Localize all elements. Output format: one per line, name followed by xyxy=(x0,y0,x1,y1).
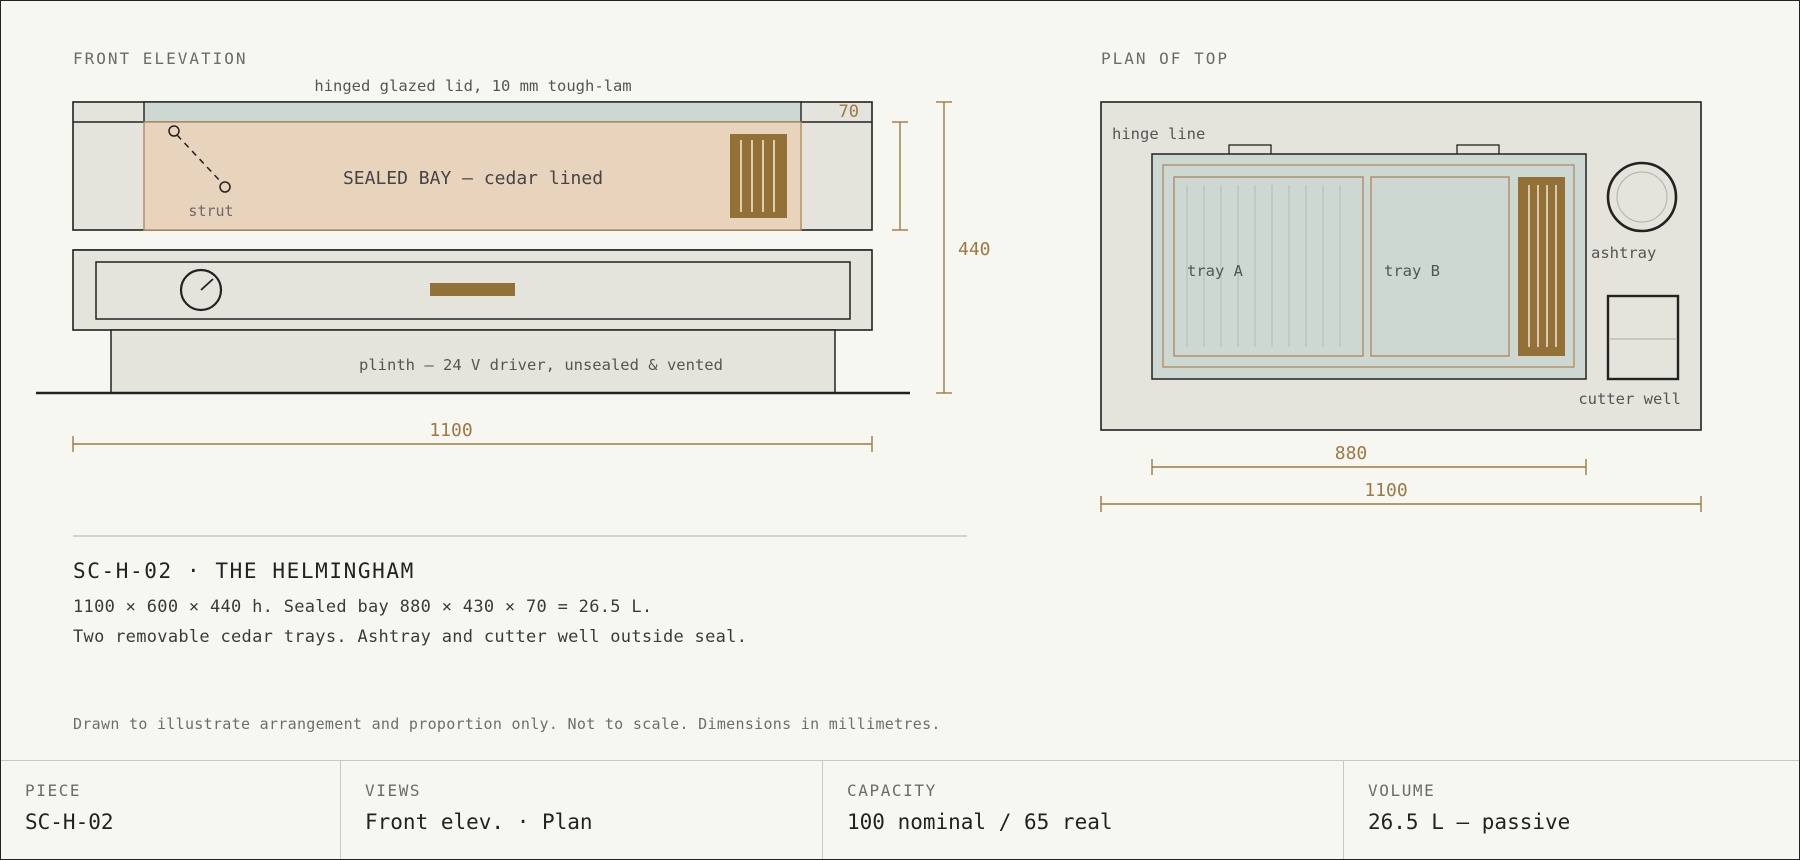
depth-dimension-label: 70 xyxy=(839,102,859,122)
drawer-handle xyxy=(430,283,515,296)
footer-views-key: VIEWS xyxy=(365,781,422,800)
plan-inner-dimension xyxy=(1151,459,1587,475)
depth-dimension xyxy=(892,121,908,231)
footer-piece-key: PIECE xyxy=(25,781,82,800)
footer-volume-key: VOLUME xyxy=(1368,781,1436,800)
footer-capacity: CAPACITY 100 nominal / 65 real xyxy=(823,761,1344,859)
spec-line-contents: Two removable cedar trays. Ashtray and c… xyxy=(73,627,748,647)
strut-label: strut xyxy=(188,202,233,220)
technical-drawing: FRONT ELEVATION hinged glazed lid, 10 mm… xyxy=(36,49,1702,537)
spec-line-dimensions: 1100 × 600 × 440 h. Sealed bay 880 × 430… xyxy=(73,597,653,617)
ashtray-icon xyxy=(1606,161,1678,233)
cutter-well-label: cutter well xyxy=(1578,390,1681,408)
footer-views-value: Front elev. · Plan xyxy=(365,810,593,834)
footer-volume-value: 26.5 L — passive xyxy=(1368,810,1571,834)
drawing-sheet: FRONT ELEVATION hinged glazed lid, 10 mm… xyxy=(0,0,1800,860)
plan-outer-dimension-label: 1100 xyxy=(1364,480,1407,501)
humidifier-element xyxy=(730,134,787,218)
footer-piece-value: SC-H-02 xyxy=(25,810,114,834)
tray-b-label: tray B xyxy=(1384,262,1440,280)
title-block: SC-H-02 · THE HELMINGHAM 1100 × 600 × 44… xyxy=(73,559,747,647)
plan-heading: PLAN OF TOP xyxy=(1101,49,1229,68)
lid-label: hinged glazed lid, 10 mm tough-lam xyxy=(314,77,631,95)
cutter-well xyxy=(1606,294,1680,381)
info-footer: PIECE SC-H-02 VIEWS Front elev. · Plan C… xyxy=(1,760,1799,859)
plan-humidifier xyxy=(1518,177,1565,356)
footer-capacity-key: CAPACITY xyxy=(847,781,937,800)
height-dimension xyxy=(936,101,952,394)
footer-volume: VOLUME 26.5 L — passive xyxy=(1344,761,1799,859)
footer-piece: PIECE SC-H-02 xyxy=(1,761,341,859)
tray-a-label: tray A xyxy=(1187,262,1244,280)
footer-capacity-value: 100 nominal / 65 real xyxy=(847,810,1113,834)
plan-inner-dimension-label: 880 xyxy=(1335,443,1368,464)
height-dimension-label: 440 xyxy=(958,239,991,260)
footer-views: VIEWS Front elev. · Plan xyxy=(341,761,823,859)
plinth-label: plinth — 24 V driver, unsealed & vented xyxy=(359,356,723,374)
hinge-line-label: hinge line xyxy=(1112,125,1205,143)
front-elevation-heading: FRONT ELEVATION xyxy=(73,49,248,68)
sealed-bay-label: SEALED BAY — cedar lined xyxy=(343,168,603,189)
glazed-lid xyxy=(143,101,802,123)
front-width-label: 1100 xyxy=(429,420,472,441)
disclaimer-note: Drawn to illustrate arrangement and prop… xyxy=(73,715,941,733)
piece-title: SC-H-02 · THE HELMINGHAM xyxy=(73,559,415,583)
ashtray-label: ashtray xyxy=(1591,244,1656,262)
